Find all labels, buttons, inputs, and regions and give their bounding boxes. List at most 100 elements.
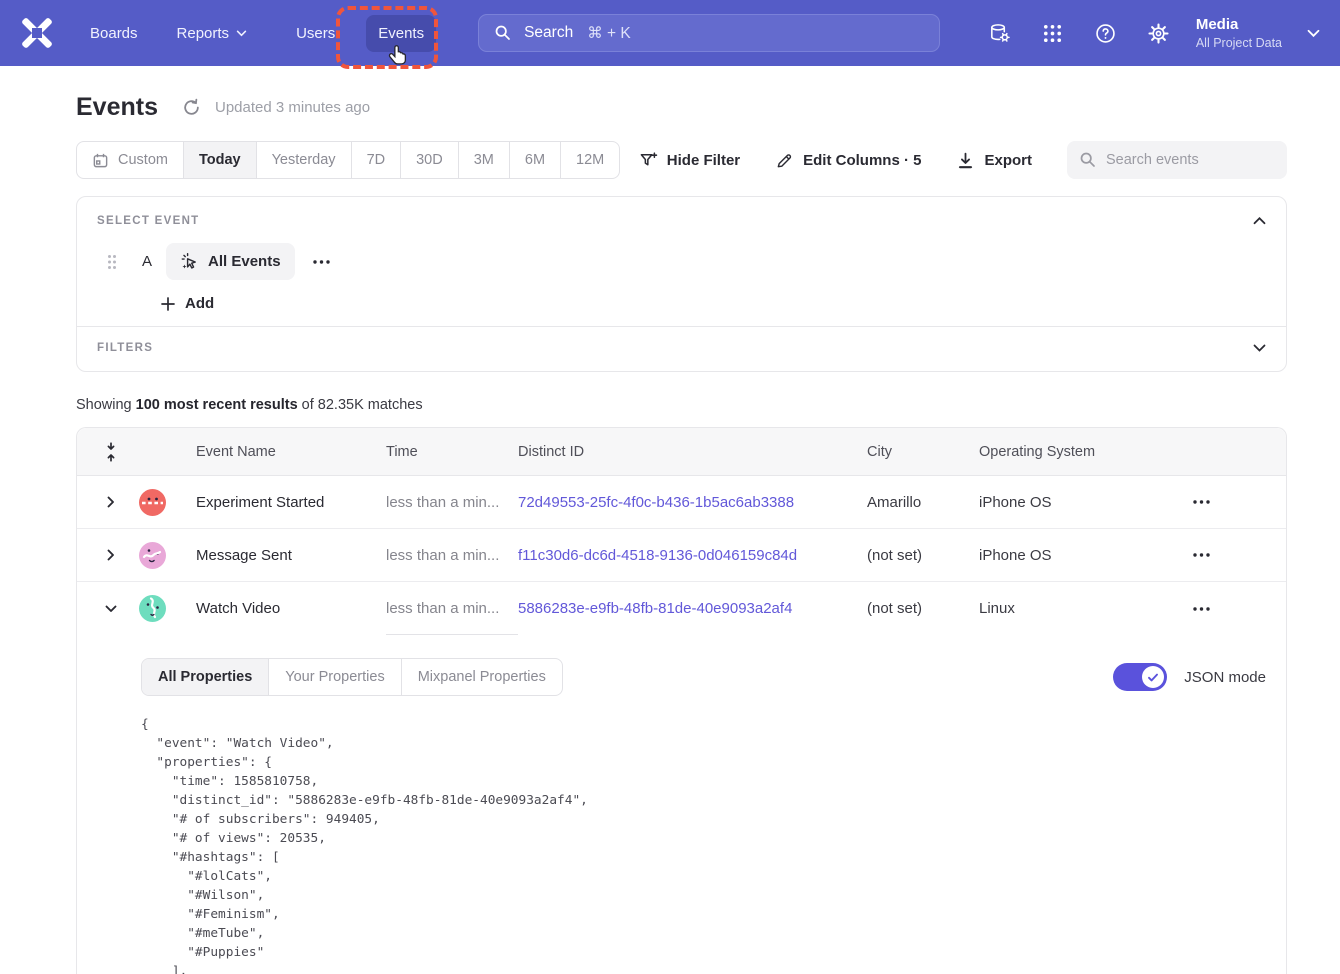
date-range-yesterday[interactable]: Yesterday xyxy=(257,142,352,178)
results-count: 100 most recent results xyxy=(136,397,298,413)
main-content: Events Updated 3 minutes ago Custom Toda… xyxy=(0,93,1340,974)
help-icon[interactable] xyxy=(1094,22,1117,45)
cell-city: (not set) xyxy=(867,600,979,617)
search-icon xyxy=(1079,151,1097,169)
chevron-up-icon xyxy=(1253,217,1266,225)
properties-tabs: All Properties Your Properties Mixpanel … xyxy=(141,658,563,696)
event-avatar xyxy=(139,595,166,622)
results-summary: Showing 100 most recent results of 82.35… xyxy=(76,397,1287,413)
pencil-icon xyxy=(775,151,794,170)
global-search-button[interactable]: Search ⌘ + K xyxy=(478,14,940,52)
table-toolbar: Hide Filter Edit Columns · 5 Export xyxy=(639,141,1287,179)
filters-section[interactable]: FILTERS xyxy=(77,327,1286,371)
col-header-distinct-id[interactable]: Distinct ID xyxy=(518,444,867,460)
date-range-6m[interactable]: 6M xyxy=(510,142,561,178)
top-navbar: Boards Reports Users Events Search ⌘ + K xyxy=(0,0,1340,66)
download-icon xyxy=(956,151,975,170)
cell-distinct-id-link[interactable]: 5886283e-e9fb-48fb-81de-40e9093a2af4 xyxy=(518,600,867,617)
nav-item-events[interactable]: Events xyxy=(366,15,436,52)
tab-all-properties[interactable]: All Properties xyxy=(142,659,269,695)
calendar-icon xyxy=(92,152,109,169)
row-more-button[interactable] xyxy=(1193,553,1266,557)
project-chevron-down-icon[interactable] xyxy=(1307,29,1320,38)
cell-event-name: Watch Video xyxy=(196,600,386,617)
cursor-sparkle-icon xyxy=(180,252,199,271)
date-range-7d[interactable]: 7D xyxy=(352,142,402,178)
table-row-expanded[interactable]: Watch Video less than a min... 5886283e-… xyxy=(77,582,1286,635)
updated-timestamp: Updated 3 minutes ago xyxy=(215,99,370,116)
event-avatar xyxy=(139,489,166,516)
cell-time: less than a min... xyxy=(386,582,518,635)
mixpanel-logo-icon[interactable] xyxy=(20,15,56,51)
col-header-os[interactable]: Operating System xyxy=(979,444,1193,460)
cell-event-name: Message Sent xyxy=(196,547,386,564)
json-mode-control: JSON mode xyxy=(1113,663,1266,691)
expand-row-chevron-right-icon[interactable] xyxy=(107,549,115,561)
page-header: Events Updated 3 minutes ago xyxy=(76,93,1287,122)
cell-os: Linux xyxy=(979,600,1193,617)
nav-item-boards[interactable]: Boards xyxy=(90,25,138,42)
cell-time: less than a min... xyxy=(386,547,518,564)
hide-filter-button[interactable]: Hide Filter xyxy=(639,151,740,170)
event-selector-pill[interactable]: All Events xyxy=(166,243,295,280)
col-header-time[interactable]: Time xyxy=(386,444,518,460)
settings-gear-icon[interactable] xyxy=(1147,22,1170,45)
date-range-30d[interactable]: 30D xyxy=(401,142,459,178)
ellipsis-icon xyxy=(313,260,330,264)
event-query-row: A All Events xyxy=(97,243,1266,280)
global-search-label: Search xyxy=(524,24,573,42)
ellipsis-icon xyxy=(1193,607,1210,611)
event-row-more-button[interactable] xyxy=(313,260,330,264)
search-shortcut: ⌘ + K xyxy=(587,24,631,43)
search-events-input[interactable] xyxy=(1067,141,1287,179)
nav-item-reports[interactable]: Reports xyxy=(177,25,248,42)
add-event-button[interactable]: Add xyxy=(161,295,214,312)
refresh-icon[interactable] xyxy=(182,98,201,117)
event-json-code: { "event": "Watch Video", "properties": … xyxy=(141,715,1266,974)
project-scope: All Project Data xyxy=(1196,35,1282,51)
cell-distinct-id-link[interactable]: 72d49553-25fc-4f0c-b436-1b5ac6ab3388 xyxy=(518,494,867,511)
events-table: Event Name Time Distinct ID City Operati… xyxy=(76,427,1287,974)
row-more-button[interactable] xyxy=(1193,500,1266,504)
chevron-down-icon xyxy=(1253,344,1266,352)
apps-grid-icon[interactable] xyxy=(1041,22,1064,45)
event-pill-label: All Events xyxy=(208,253,281,270)
date-range-custom[interactable]: Custom xyxy=(77,142,184,178)
expand-row-chevron-right-icon[interactable] xyxy=(107,496,115,508)
collapse-row-chevron-down-icon[interactable] xyxy=(105,605,117,613)
controls-row: Custom Today Yesterday 7D 30D 3M 6M 12M … xyxy=(76,141,1287,179)
cell-distinct-id-link[interactable]: f11c30d6-dc6d-4518-9136-0d046159c84d xyxy=(518,547,867,564)
date-range-12m[interactable]: 12M xyxy=(561,142,619,178)
row-more-button[interactable] xyxy=(1193,607,1266,611)
drag-handle-icon[interactable] xyxy=(107,254,117,270)
expand-filters-button[interactable] xyxy=(1253,344,1266,352)
project-selector[interactable]: Media All Project Data xyxy=(1196,15,1282,51)
nav-item-users[interactable]: Users xyxy=(296,25,335,42)
select-event-label: SELECT EVENT xyxy=(97,215,200,227)
select-event-section: SELECT EVENT A xyxy=(77,197,1286,326)
date-range-3m[interactable]: 3M xyxy=(459,142,510,178)
table-row[interactable]: Message Sent less than a min... f11c30d6… xyxy=(77,529,1286,582)
page-title: Events xyxy=(76,93,158,122)
data-management-icon[interactable] xyxy=(988,22,1011,45)
tab-mixpanel-properties[interactable]: Mixpanel Properties xyxy=(402,659,562,695)
export-button[interactable]: Export xyxy=(956,151,1032,170)
col-header-city[interactable]: City xyxy=(867,444,979,460)
cell-event-name: Experiment Started xyxy=(196,494,386,511)
search-icon xyxy=(494,24,512,42)
collapse-all-icon[interactable] xyxy=(104,442,118,462)
table-row[interactable]: Experiment Started less than a min... 72… xyxy=(77,476,1286,529)
collapse-section-button[interactable] xyxy=(1253,217,1266,225)
tab-your-properties[interactable]: Your Properties xyxy=(269,659,401,695)
json-mode-label: JSON mode xyxy=(1184,669,1266,686)
event-detail-panel: All Properties Your Properties Mixpanel … xyxy=(77,635,1286,974)
project-name: Media xyxy=(1196,15,1282,35)
date-range-today[interactable]: Today xyxy=(184,142,257,178)
event-row-letter: A xyxy=(142,253,152,270)
edit-columns-button[interactable]: Edit Columns · 5 xyxy=(775,151,921,170)
col-header-event-name[interactable]: Event Name xyxy=(196,444,386,460)
events-search xyxy=(1067,141,1287,179)
cell-os: iPhone OS xyxy=(979,547,1193,564)
cell-time: less than a min... xyxy=(386,494,518,511)
json-mode-toggle[interactable] xyxy=(1113,663,1167,691)
